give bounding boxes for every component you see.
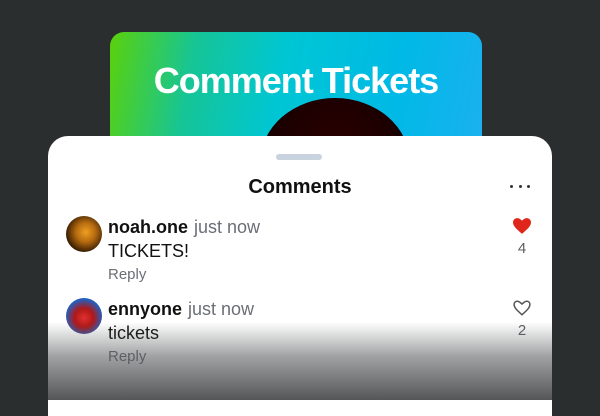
comment-header: noah.one just now <box>108 217 260 238</box>
heart-outline-icon <box>513 300 531 316</box>
more-horizontal-icon[interactable] <box>510 178 530 194</box>
comment-username[interactable]: ennyone <box>108 299 182 319</box>
promo-title: Comment Tickets <box>153 60 439 101</box>
sheet-grab-handle[interactable] <box>276 154 322 160</box>
like-count: 2 <box>517 322 527 339</box>
heart-filled-icon <box>513 218 531 234</box>
comment-text: tickets <box>108 323 160 343</box>
avatar[interactable] <box>66 216 102 252</box>
comments-sheet: Comments noah.one just now TICKETS! Reply… <box>48 136 552 416</box>
reply-button[interactable]: Reply <box>108 266 146 283</box>
like-button[interactable]: 4 <box>510 218 534 257</box>
like-button[interactable]: 2 <box>510 300 534 339</box>
comment-header: ennyone just now <box>108 299 254 320</box>
avatar[interactable] <box>66 298 102 334</box>
reply-button[interactable]: Reply <box>108 348 146 365</box>
comment-username[interactable]: noah.one <box>108 217 188 237</box>
comment-text: TICKETS! <box>108 241 190 261</box>
comment-timestamp: just now <box>194 217 261 237</box>
comment-timestamp: just now <box>188 299 255 319</box>
sheet-title: Comments <box>248 176 352 198</box>
like-count: 4 <box>517 240 527 257</box>
